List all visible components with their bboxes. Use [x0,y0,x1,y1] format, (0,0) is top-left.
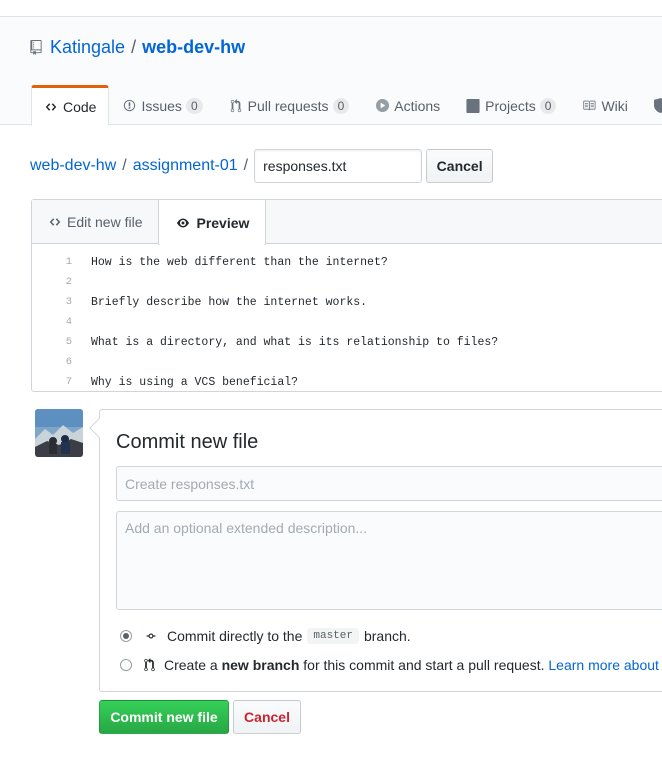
commit-form-title: Commit new file [116,431,259,453]
code-line: 1 How is the web different than the inter… [32,252,662,272]
git-commit-icon [144,631,158,641]
tab-pull-requests[interactable]: Pull requests 0 [216,85,363,125]
shield-icon [654,98,662,113]
code-line: 7 Why is using a VCS beneficial? [32,372,662,392]
commit-direct-radio[interactable] [120,630,132,642]
commit-direct-text-post: branch. [363,628,411,644]
repo-owner-link[interactable]: Katingale [50,37,125,58]
repo-name-link[interactable]: web-dev-hw [142,37,245,58]
tab-edit-new-file[interactable]: Edit new file [32,200,158,244]
line-number: 4 [65,316,72,328]
line-content: What is a directory, and what is its rel… [91,335,499,349]
code-preview: 1 How is the web different than the inter… [32,244,662,392]
repository-header: Katingale / web-dev-hw Code Issues 0 Pul… [0,17,662,126]
code-icon [44,100,58,114]
file-editor: Edit new file Preview 1 How is the web di… [31,199,662,392]
code-line: 5 What is a directory, and what is its re… [32,332,662,352]
code-line: 6 [32,352,662,372]
line-number: 3 [65,296,72,308]
breadcrumb-repo-link[interactable]: web-dev-hw [30,157,116,175]
breadcrumb-separator: / [243,157,249,174]
cancel-edit-button[interactable]: Cancel [426,149,494,183]
tab-security[interactable]: Se [641,85,662,125]
avatar[interactable] [35,409,83,457]
book-icon [582,99,596,113]
commit-new-text-bold: new branch [221,657,300,673]
commit-new-branch-radio[interactable] [120,659,132,671]
tab-preview[interactable]: Preview [158,200,267,245]
code-icon [48,216,62,228]
code-line: 4 [32,312,662,332]
pull-request-icon [229,98,243,113]
projects-count-badge: 0 [539,97,557,114]
issues-count-badge: 0 [185,97,203,114]
breadcrumb-folder-link[interactable]: assignment-01 [133,157,238,175]
cancel-commit-button[interactable]: Cancel [233,700,301,734]
project-icon [466,98,480,113]
play-icon [375,99,389,113]
line-number: 1 [65,256,72,268]
tab-wiki[interactable]: Wiki [569,85,640,125]
commit-form: Commit new file Commit directly to the m… [89,409,662,692]
code-line: 3 Briefly describe how the internet works… [32,292,662,312]
top-header-strip [0,0,662,17]
repo-icon [30,40,42,55]
tab-code[interactable]: Code [31,85,110,126]
tab-code-label: Code [63,99,97,115]
code-line: 2 [32,272,662,292]
commit-summary-input[interactable] [116,466,662,501]
tab-edit-label: Edit new file [67,214,143,230]
tab-issues[interactable]: Issues 0 [109,85,215,125]
tab-pull-requests-label: Pull requests [247,97,329,114]
commit-new-text-pre: Create a [164,657,218,673]
avatar-image [35,409,83,457]
pull-request-icon [144,658,155,672]
line-content: Briefly describe how the internet works. [91,295,368,309]
tab-preview-label: Preview [196,214,250,231]
filename-input[interactable] [254,149,423,183]
tab-wiki-label: Wiki [601,97,628,114]
branch-name: master [307,628,359,644]
tab-projects-label: Projects [485,97,536,114]
breadcrumb-separator: / [122,157,127,174]
repo-nav-tabs: Code Issues 0 Pull requests 0 Actions Pr… [31,85,662,126]
commit-new-file-button[interactable]: Commit new file [99,700,229,734]
commit-description-textarea[interactable] [116,511,662,610]
tab-projects[interactable]: Projects 0 [453,85,569,125]
line-content: How is the web different than the intern… [91,255,388,269]
line-number: 7 [65,376,72,388]
editor-tabs: Edit new file Preview [32,200,662,245]
line-number: 6 [65,356,72,368]
eye-icon [175,217,191,229]
commit-direct-option[interactable]: Commit directly to the master branch. [120,628,411,644]
line-number: 2 [65,276,72,288]
pull-requests-count-badge: 0 [332,97,350,114]
commit-direct-text-pre: Commit directly to the [167,628,303,644]
commit-new-text-post: for this commit and start a pull request… [303,657,545,673]
issue-icon [122,99,136,113]
line-number: 5 [65,336,72,348]
tab-actions[interactable]: Actions [362,85,453,125]
learn-more-link[interactable]: Learn more about p [548,657,662,673]
tab-issues-label: Issues [141,97,182,114]
repo-title: Katingale / web-dev-hw [30,37,245,58]
breadcrumb: web-dev-hw / assignment-01 / Cancel [30,149,494,183]
repo-separator: / [131,37,137,57]
line-content: Why is using a VCS beneficial? [91,375,299,389]
commit-form-pointer [89,418,109,438]
tab-actions-label: Actions [394,97,441,114]
commit-new-branch-option[interactable]: Create a new branch for this commit and … [120,657,662,673]
